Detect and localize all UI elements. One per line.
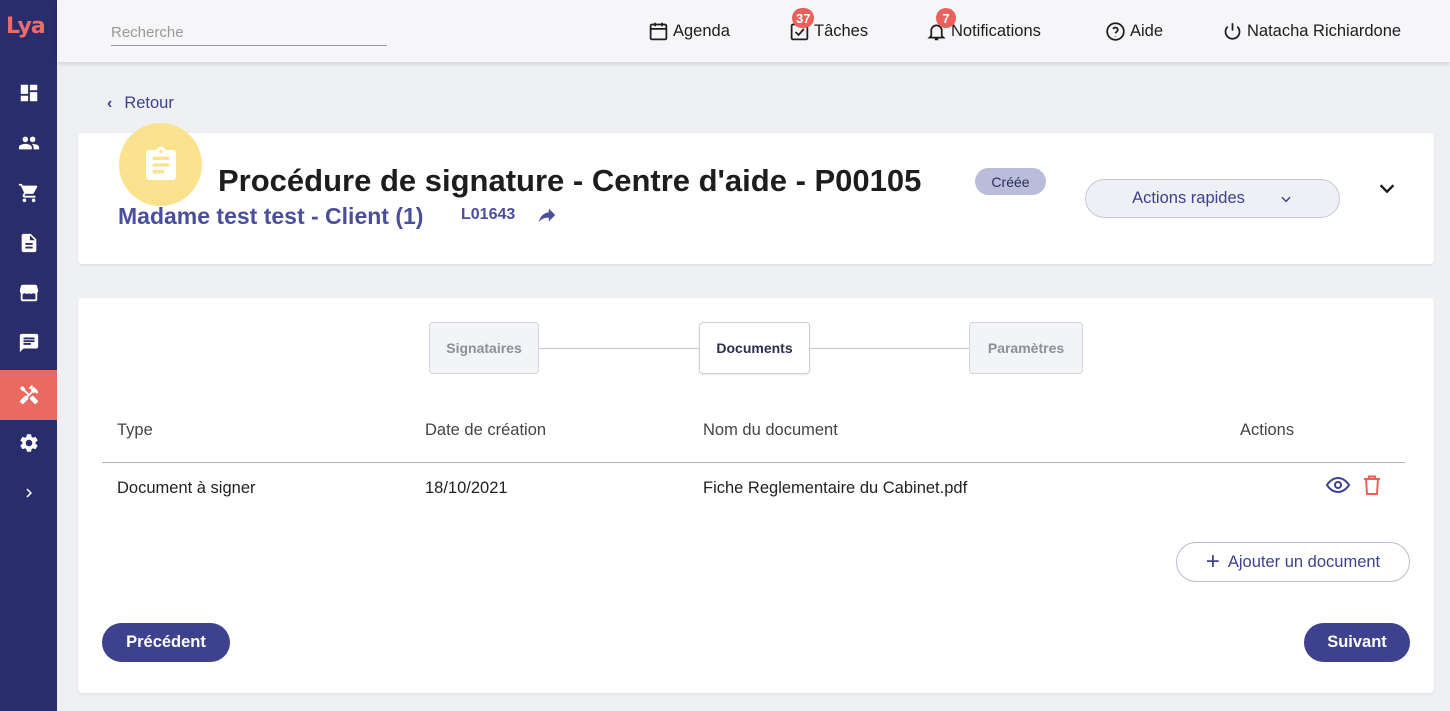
page-title: Procédure de signature - Centre d'aide -… — [218, 163, 922, 198]
app-logo[interactable]: Lya — [6, 14, 52, 44]
cell-type: Document à signer — [117, 479, 256, 497]
sidebar-item-shop[interactable] — [0, 168, 57, 218]
chevron-down-icon — [1281, 196, 1291, 202]
search-input[interactable] — [111, 20, 387, 46]
sidebar-item-store[interactable] — [0, 268, 57, 318]
table-divider — [102, 462, 1405, 463]
sidebar-item-contacts[interactable] — [0, 118, 57, 168]
notifications-count-badge: 7 — [936, 8, 956, 28]
client-name-link[interactable]: Madame test test - Client (1) — [118, 203, 423, 230]
help-link[interactable]: Aide — [1105, 20, 1163, 42]
step-signataires[interactable]: Signataires — [429, 322, 539, 374]
quick-actions-label: Actions rapides — [1132, 189, 1245, 207]
column-header-type: Type — [117, 421, 153, 439]
column-header-name: Nom du document — [703, 421, 838, 439]
status-badge: Créée — [975, 168, 1046, 195]
dashboard-icon — [20, 84, 37, 102]
tools-icon — [19, 384, 38, 405]
sidebar-item-dashboard[interactable] — [0, 68, 57, 118]
help-icon — [1106, 21, 1125, 41]
store-icon — [19, 284, 38, 302]
user-logout-link[interactable]: Natacha Richiardone — [1222, 20, 1401, 42]
topbar: Agenda Tâches 37 Notifications 7 Aide Na… — [57, 0, 1450, 62]
column-header-date: Date de création — [425, 421, 547, 439]
sidebar-item-messages[interactable] — [0, 318, 57, 368]
tasks-link[interactable]: Tâches 37 — [789, 8, 869, 42]
back-link[interactable]: ‹ Retour — [107, 94, 174, 113]
tasks-label: Tâches — [814, 21, 869, 40]
notifications-link[interactable]: Notifications 7 — [926, 8, 1041, 42]
share-icon[interactable] — [536, 204, 558, 226]
quick-actions-dropdown[interactable]: Actions rapides — [1085, 179, 1340, 218]
eye-icon[interactable] — [1326, 475, 1350, 495]
message-icon — [19, 333, 38, 353]
power-icon — [1224, 22, 1241, 40]
client-reference: L01643 — [461, 206, 516, 223]
chevron-right-icon — [25, 488, 32, 498]
user-name: Natacha Richiardone — [1247, 21, 1402, 40]
cart-icon — [18, 183, 37, 203]
sidebar-item-tools[interactable] — [0, 370, 57, 420]
column-header-actions: Actions — [1240, 421, 1295, 439]
help-label: Aide — [1130, 21, 1164, 40]
notifications-label: Notifications — [951, 21, 1041, 40]
calendar-icon — [649, 22, 668, 40]
add-document-label: Ajouter un document — [1227, 552, 1381, 571]
procedure-avatar — [119, 123, 202, 206]
trash-icon[interactable] — [1363, 475, 1381, 495]
plus-icon: + — [1205, 548, 1220, 575]
agenda-link[interactable]: Agenda — [648, 20, 730, 42]
gear-icon — [19, 434, 38, 452]
document-icon — [21, 233, 36, 253]
sidebar-expand-button[interactable] — [0, 468, 57, 518]
expand-chevron-icon[interactable] — [1376, 177, 1398, 199]
sidebar-item-documents[interactable] — [0, 218, 57, 268]
back-label: Retour — [124, 94, 174, 112]
clipboard-icon — [145, 146, 176, 180]
people-icon — [18, 136, 39, 150]
chevron-left-icon: ‹ — [107, 94, 113, 112]
documents-card: Signataires Documents Paramètres Type Da… — [78, 298, 1434, 693]
add-document-button[interactable]: + Ajouter un document — [1176, 542, 1410, 582]
step-parametres[interactable]: Paramètres — [969, 322, 1083, 374]
sidebar-item-settings[interactable] — [0, 418, 57, 468]
cell-document-name: Fiche Reglementaire du Cabinet.pdf — [703, 479, 968, 497]
previous-button[interactable]: Précédent — [102, 623, 230, 662]
next-button[interactable]: Suivant — [1304, 623, 1410, 662]
procedure-header-card: Procédure de signature - Centre d'aide -… — [78, 123, 1434, 264]
sidebar: Lya — [0, 0, 57, 711]
step-documents[interactable]: Documents — [699, 322, 810, 374]
agenda-label: Agenda — [673, 21, 730, 40]
cell-date: 18/10/2021 — [425, 479, 508, 497]
tasks-count-badge: 37 — [792, 8, 815, 28]
